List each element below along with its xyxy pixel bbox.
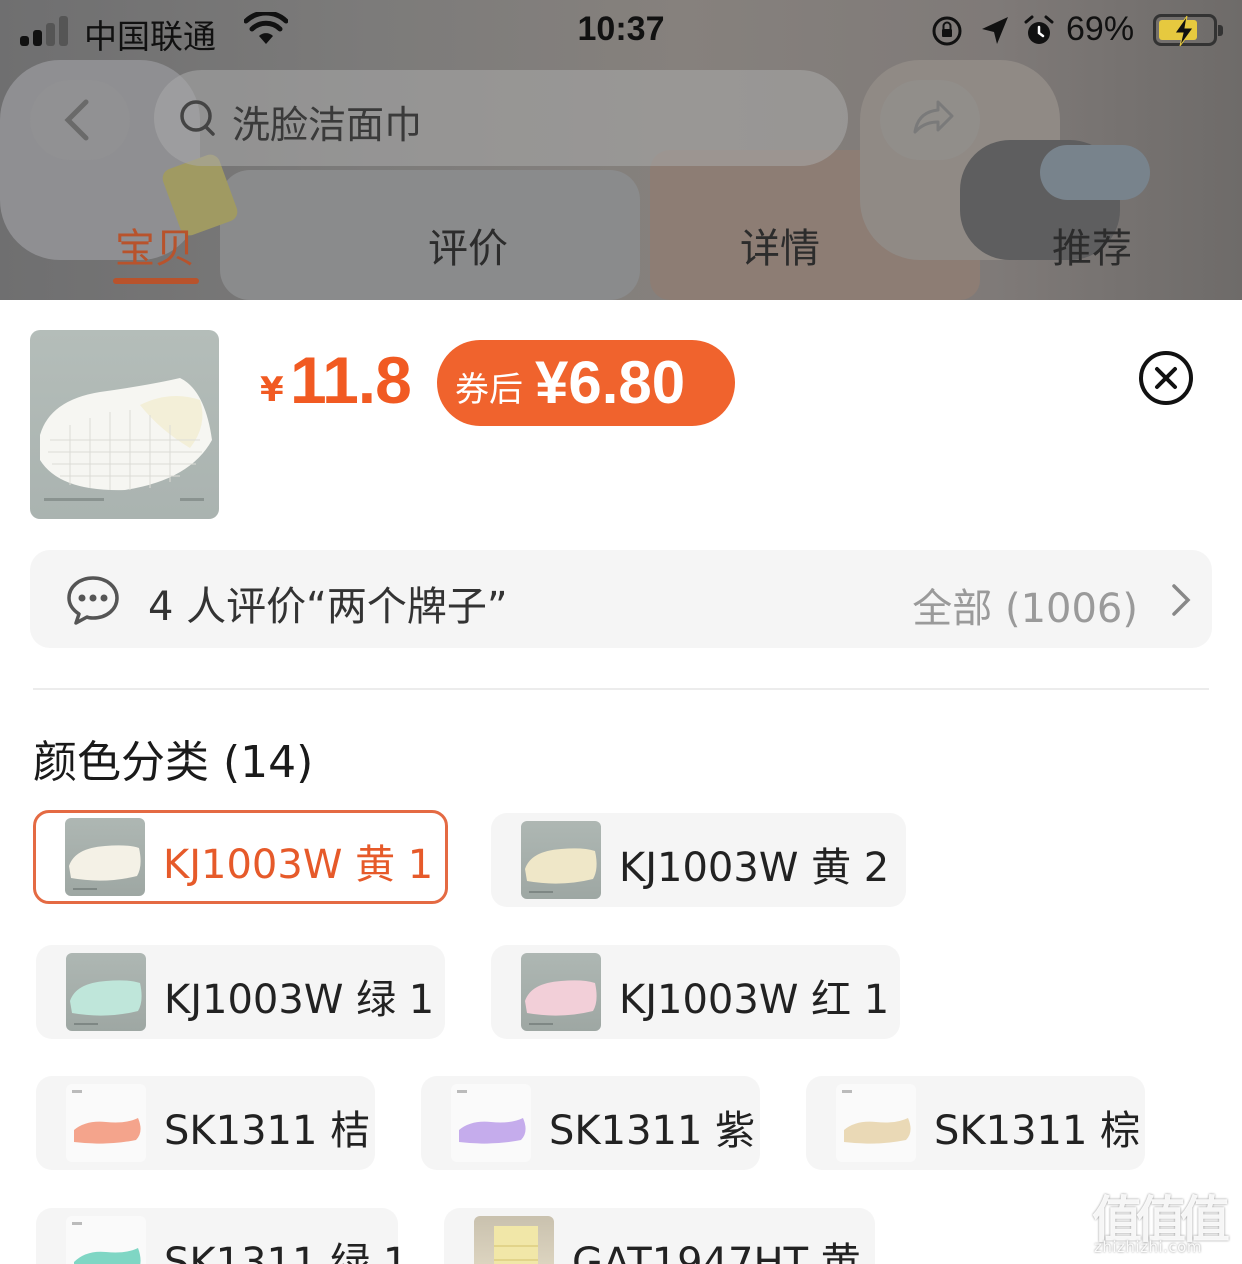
divider <box>33 688 1209 690</box>
sku-thumbnail <box>521 953 601 1031</box>
carrier-name: 中国联通 <box>84 17 216 56</box>
search-placeholder: 洗脸洁面巾 <box>232 103 423 147</box>
sku-thumbnail <box>521 821 601 899</box>
active-tab-indicator <box>113 278 199 284</box>
location-arrow-icon <box>982 17 1008 44</box>
sku-option-sk1311-brown[interactable]: SK1311 棕 <box>806 1076 1145 1170</box>
sku-option-kj1003w-green1[interactable]: KJ1003W 绿 1 <box>36 945 445 1039</box>
chevron-right-icon <box>1172 584 1191 616</box>
sku-thumbnail <box>66 1216 146 1264</box>
product-thumbnail <box>30 330 219 519</box>
sku-thumbnail <box>66 953 146 1031</box>
sku-option-kj1003w-yellow1[interactable]: KJ1003W 黄 1 <box>33 810 448 904</box>
review-summary-text: 4 人评价“两个牌子” <box>148 584 508 630</box>
sku-label: SK1311 绿 1 <box>164 1240 409 1264</box>
sku-option-sk1311-orange[interactable]: SK1311 桔 <box>36 1076 375 1170</box>
sku-thumbnail <box>474 1216 554 1264</box>
sku-label: GAT1947HT 黄 <box>572 1240 861 1264</box>
review-summary-bar[interactable]: 4 人评价“两个牌子” 全部 (1006) <box>30 550 1212 648</box>
site-watermark: 值值值 zhizhizhi.com <box>1092 1180 1237 1264</box>
status-bar: 中国联通 10:37 69% <box>0 0 1242 64</box>
sku-selection-sheet: ¥ 11.8 券后 ¥6.80 4 人评价“两个牌子” 全部 (1006) 颜色… <box>0 300 1242 1264</box>
price: 11.8 <box>290 343 412 417</box>
sku-option-gat1947ht-yellow[interactable]: GAT1947HT 黄 <box>444 1208 875 1264</box>
product-image-background: 中国联通 10:37 69% 洗脸洁面巾 宝贝 评价 详情 推荐 <box>0 0 1242 300</box>
sku-option-kj1003w-red1[interactable]: KJ1003W 红 1 <box>491 945 900 1039</box>
coupon-price: ¥6.80 <box>535 349 686 416</box>
coupon-label: 券后 <box>455 370 523 410</box>
close-icon[interactable] <box>1138 350 1194 406</box>
battery-icon <box>1153 14 1223 47</box>
watermark-domain: zhizhizhi.com <box>1094 1238 1202 1256</box>
sku-label: KJ1003W 红 1 <box>619 977 890 1023</box>
sku-option-kj1003w-yellow2[interactable]: KJ1003W 黄 2 <box>491 813 906 907</box>
sku-thumbnail <box>65 818 145 896</box>
coupon-price-badge: 券后 ¥6.80 <box>437 340 735 426</box>
back-arrow-icon <box>64 99 89 141</box>
search-bar[interactable]: 洗脸洁面巾 <box>154 70 848 166</box>
sku-thumbnail <box>836 1084 916 1162</box>
price-currency: ¥ <box>260 370 284 410</box>
cellular-signal-icon <box>20 14 72 46</box>
search-icon <box>180 100 215 136</box>
share-icon <box>913 100 954 134</box>
sku-thumbnail <box>66 1084 146 1162</box>
battery-percent: 69% <box>1066 10 1135 48</box>
sku-option-sk1311-green1[interactable]: SK1311 绿 1 <box>36 1208 408 1264</box>
share-button[interactable] <box>880 80 980 160</box>
sku-label: SK1311 紫 <box>549 1108 756 1154</box>
sku-label: KJ1003W 绿 1 <box>164 977 435 1023</box>
review-all-count: 全部 (1006) <box>912 586 1138 632</box>
rotation-lock-icon <box>932 16 962 46</box>
sku-label: SK1311 桔 <box>164 1108 371 1154</box>
sku-label: KJ1003W 黄 1 <box>163 842 434 888</box>
section-title-color: 颜色分类 (14) <box>33 737 314 788</box>
sku-thumbnail <box>451 1084 531 1162</box>
sku-label: SK1311 棕 <box>934 1108 1141 1154</box>
comment-bubble-icon <box>67 576 119 625</box>
back-button[interactable] <box>30 80 130 160</box>
sku-label: KJ1003W 黄 2 <box>619 845 890 891</box>
wifi-icon <box>244 12 288 44</box>
alarm-icon <box>1024 15 1054 44</box>
tab-reviews[interactable]: 评价 <box>388 216 548 274</box>
tab-item[interactable]: 宝贝 <box>75 216 235 274</box>
sku-option-sk1311-purple[interactable]: SK1311 紫 <box>421 1076 760 1170</box>
tab-recommend[interactable]: 推荐 <box>1012 216 1172 274</box>
clock-time: 10:37 <box>577 10 665 48</box>
tab-details[interactable]: 详情 <box>700 216 860 274</box>
